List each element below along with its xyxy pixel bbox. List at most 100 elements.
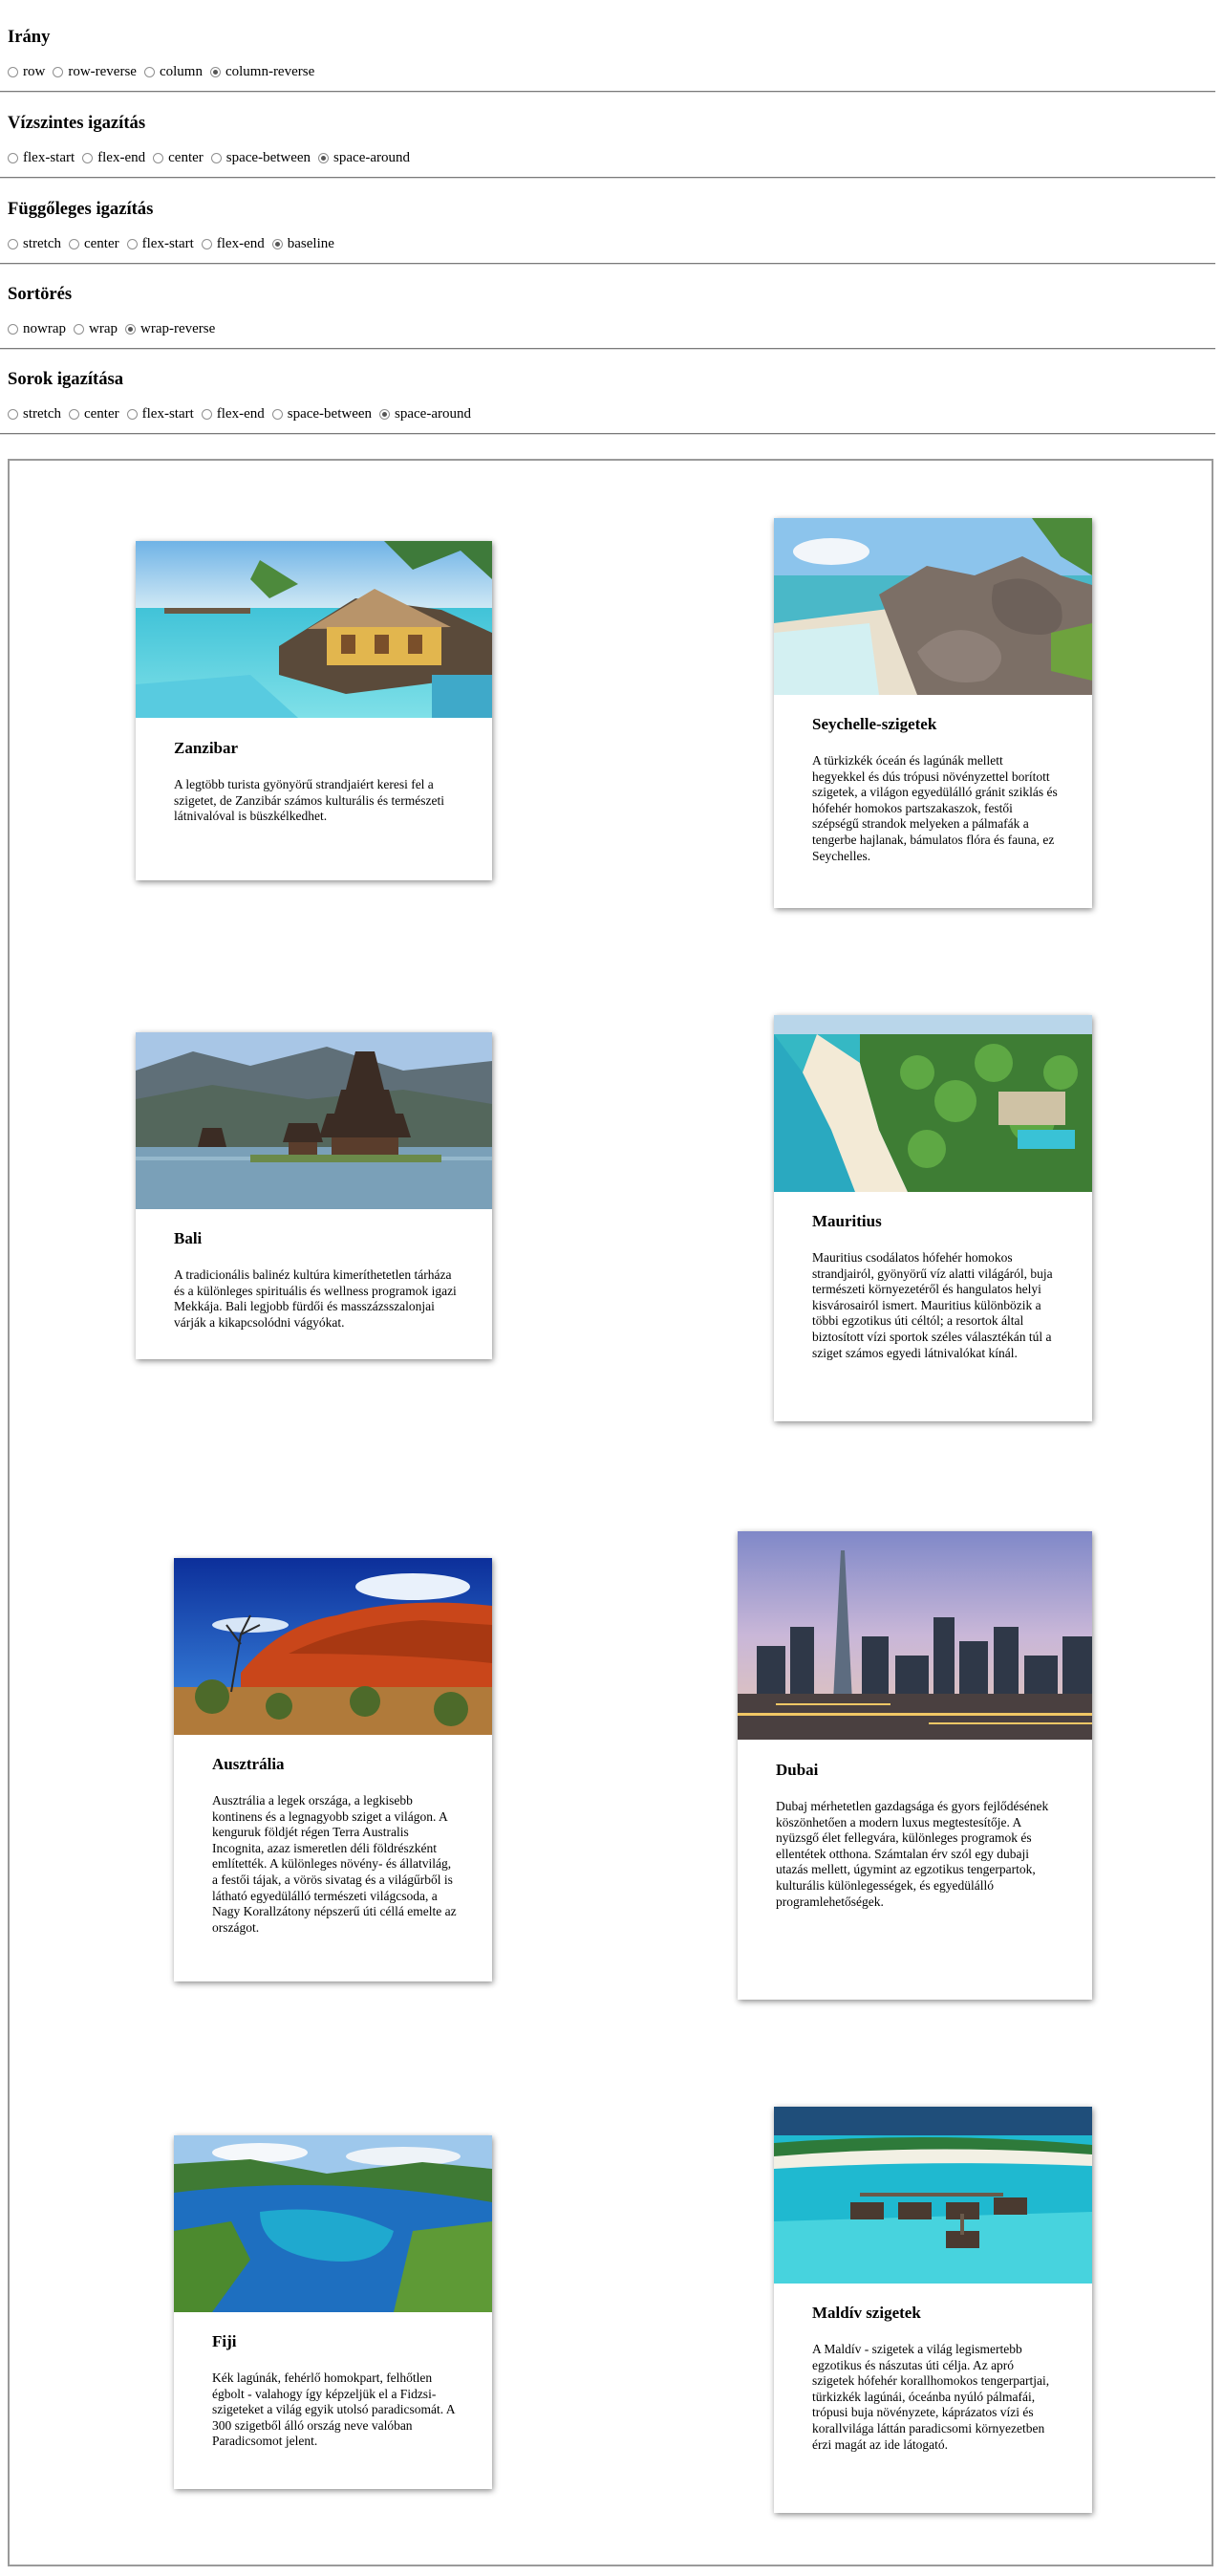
radio-option-space-around[interactable]: space-around <box>318 149 410 166</box>
radio-option-space-between[interactable]: space-between <box>210 149 311 166</box>
card-title: Dubai <box>776 1761 819 1779</box>
card-text: A Maldív - szigetek a világ legismertebb… <box>812 2342 1050 2452</box>
divider <box>0 177 1215 179</box>
radio-option-stretch[interactable]: stretch <box>8 235 61 252</box>
destination-card-bali[interactable]: Bali A tradicionális balinéz kultúra kim… <box>136 1032 492 1359</box>
card-text: A türkizkék óceán és lagúnák mellett heg… <box>812 753 1058 863</box>
card-text: Mauritius csodálatos hófehér homokos str… <box>812 1250 1053 1360</box>
radio-label: row-reverse <box>68 64 137 79</box>
radio-option-baseline[interactable]: baseline <box>271 235 334 252</box>
card-title: Seychelle-szigetek <box>812 715 937 733</box>
australia-photo <box>174 1558 492 1735</box>
radio-button[interactable] <box>201 408 212 420</box>
radio-button[interactable] <box>271 408 283 420</box>
fiji-photo <box>174 2135 492 2312</box>
radio-option-column-reverse[interactable]: column-reverse <box>209 63 315 80</box>
radio-button[interactable] <box>68 238 79 249</box>
radio-option-space-around[interactable]: space-around <box>379 405 471 422</box>
radio-option-flex-start[interactable]: flex-start <box>8 149 75 166</box>
radio-label: wrap <box>89 321 118 336</box>
maldives-photo <box>774 2107 1092 2284</box>
radio-label: baseline <box>287 236 334 251</box>
radio-button[interactable] <box>125 323 136 335</box>
radio-button[interactable] <box>379 408 391 420</box>
card-title: Maldív szigetek <box>812 2304 921 2322</box>
justify-content-options: flex-start flex-end center space-between spa… <box>8 149 418 168</box>
card-text: Kék lagúnák, fehérlő homokpart, felhőtle… <box>212 2370 455 2449</box>
radio-label: center <box>83 406 119 422</box>
seychelles-photo <box>774 518 1092 695</box>
radio-option-flex-start[interactable]: flex-start <box>126 405 194 422</box>
divider <box>0 433 1215 435</box>
radio-button[interactable] <box>74 323 84 335</box>
divider <box>0 263 1215 265</box>
destination-card-maldives[interactable]: Maldív szigetek A Maldív - szigetek a vi… <box>774 2107 1092 2513</box>
radio-option-space-between[interactable]: space-between <box>271 405 373 422</box>
radio-label: stretch <box>23 406 61 422</box>
radio-button[interactable] <box>8 323 18 335</box>
radio-button[interactable] <box>8 66 18 77</box>
card-title: Zanzibar <box>174 739 239 757</box>
radio-button[interactable] <box>8 408 18 420</box>
radio-option-flex-start[interactable]: flex-start <box>126 235 194 252</box>
radio-option-column[interactable]: column <box>143 63 203 80</box>
radio-label: space-between <box>287 406 373 422</box>
destination-card-zanzibar[interactable]: Zanzibar A legtöbb turista gyönyörű stra… <box>136 541 492 880</box>
align-items-heading: Függőleges igazítás <box>8 199 154 219</box>
radio-option-center[interactable]: center <box>68 235 119 252</box>
radio-option-flex-end[interactable]: flex-end <box>201 405 265 422</box>
align-items-options: stretch center flex-start flex-end baseline <box>8 235 342 254</box>
radio-button[interactable] <box>82 152 94 163</box>
destination-card-dubai[interactable]: Dubai Dubaj mérhetetlen gazdagsága és gy… <box>738 1531 1092 2000</box>
radio-option-wrap-reverse[interactable]: wrap-reverse <box>125 320 215 337</box>
radio-option-center[interactable]: center <box>153 149 204 166</box>
radio-option-flex-end[interactable]: flex-end <box>82 149 145 166</box>
radio-label: flex-end <box>97 150 146 165</box>
radio-option-center[interactable]: center <box>68 405 119 422</box>
destination-card-fiji[interactable]: Fiji Kék lagúnák, fehérlő homokpart, fel… <box>174 2135 492 2489</box>
divider <box>0 348 1215 350</box>
radio-label: center <box>83 236 119 251</box>
radio-button[interactable] <box>143 66 155 77</box>
zanzibar-photo <box>136 541 492 718</box>
radio-label: space-around <box>395 406 471 422</box>
radio-button[interactable] <box>210 152 222 163</box>
destination-card-seychelles[interactable]: Seychelle-szigetek A türkizkék óceán és … <box>774 518 1092 908</box>
radio-option-stretch[interactable]: stretch <box>8 405 61 422</box>
radio-option-nowrap[interactable]: nowrap <box>8 320 66 337</box>
radio-label: column <box>159 64 203 79</box>
radio-option-row[interactable]: row <box>8 63 45 80</box>
radio-option-wrap[interactable]: wrap <box>74 320 118 337</box>
card-text: Dubaj mérhetetlen gazdagsága és gyors fe… <box>776 1799 1049 1909</box>
radio-label: center <box>168 150 204 165</box>
radio-button[interactable] <box>271 238 283 249</box>
direction-heading: Irány <box>8 27 51 47</box>
radio-button[interactable] <box>126 408 138 420</box>
radio-label: column-reverse <box>225 64 315 79</box>
radio-button[interactable] <box>201 238 212 249</box>
card-title: Ausztrália <box>212 1755 285 1773</box>
radio-label: flex-end <box>216 406 265 422</box>
radio-label: flex-start <box>23 150 75 165</box>
radio-button[interactable] <box>318 152 330 163</box>
destination-card-mauritius[interactable]: Mauritius Mauritius csodálatos hófehér h… <box>774 1015 1092 1421</box>
radio-label: stretch <box>23 236 61 251</box>
radio-button[interactable] <box>8 152 18 163</box>
radio-button[interactable] <box>126 238 138 249</box>
card-title: Bali <box>174 1229 203 1247</box>
radio-label: flex-end <box>216 236 265 251</box>
radio-button[interactable] <box>8 238 18 249</box>
radio-button[interactable] <box>53 66 64 77</box>
radio-option-row-reverse[interactable]: row-reverse <box>53 63 137 80</box>
card-title: Fiji <box>212 2332 237 2350</box>
bali-photo <box>136 1032 492 1209</box>
radio-label: flex-start <box>141 236 194 251</box>
radio-button[interactable] <box>68 408 79 420</box>
align-content-options: stretch center flex-start flex-end space-bet… <box>8 405 479 424</box>
radio-option-flex-end[interactable]: flex-end <box>201 235 265 252</box>
radio-button[interactable] <box>209 66 221 77</box>
destination-card-australia[interactable]: Ausztrália Ausztrália a legek országa, a… <box>174 1558 492 1981</box>
radio-button[interactable] <box>153 152 164 163</box>
justify-content-heading: Vízszintes igazítás <box>8 113 146 133</box>
card-text: A legtöbb turista gyönyörű strandjaiért … <box>174 777 445 824</box>
